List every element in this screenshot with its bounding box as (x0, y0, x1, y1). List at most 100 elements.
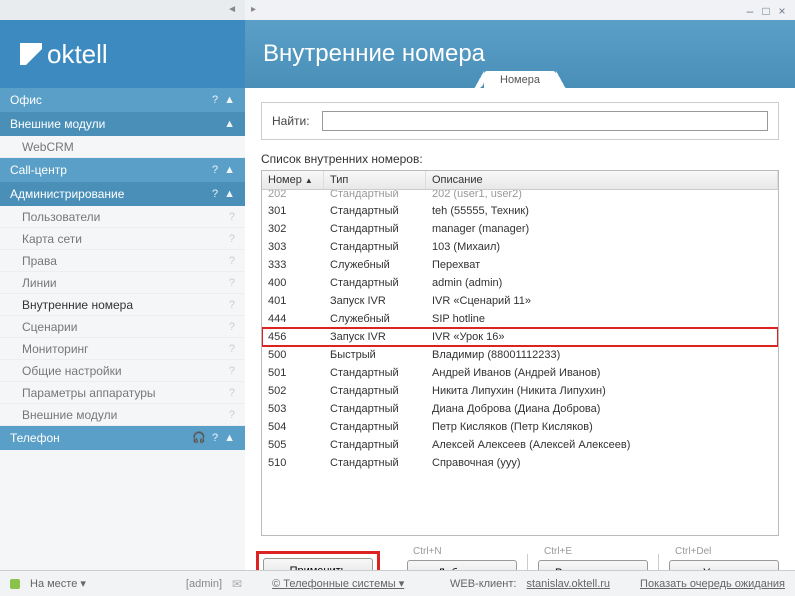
col-desc[interactable]: Описание (426, 171, 778, 189)
table-row[interactable]: 302Стандартныйmanager (manager) (262, 220, 778, 238)
col-type[interactable]: Тип (324, 171, 426, 189)
help-icon: ? (229, 338, 235, 360)
web-client-label: WEB-клиент: (450, 578, 517, 590)
nav-item[interactable]: Сценарии? (0, 316, 245, 338)
cell-desc: admin (admin) (426, 274, 778, 292)
main-panel: ▸ Внутренние номера Номера Найти: Список… (245, 0, 795, 596)
cell-number: 502 (262, 382, 324, 400)
table-row[interactable]: 510СтандартныйСправочная (yyy) (262, 454, 778, 472)
window-close-icon[interactable]: × (777, 6, 787, 16)
window-maximize-icon[interactable]: □ (761, 6, 771, 16)
nav-item[interactable]: Права? (0, 250, 245, 272)
cell-desc: Алексей Алексеев (Алексей Алексеев) (426, 436, 778, 454)
show-queue-link[interactable]: Показать очередь ожидания (640, 578, 785, 590)
section-icon: ▲ (224, 88, 235, 112)
help-icon: ? (229, 272, 235, 294)
presence-selector[interactable]: На месте ▾ (30, 577, 86, 590)
delete-hint: Ctrl+Del (669, 546, 779, 558)
presence-dot-icon (10, 579, 20, 589)
nav-item[interactable]: Мониторинг? (0, 338, 245, 360)
nav-section[interactable]: Внешние модули▲ (0, 112, 245, 136)
cell-desc: IVR «Сценарий 11» (426, 292, 778, 310)
cell-desc: Диана Доброва (Диана Доброва) (426, 400, 778, 418)
navigation: Офис?▲Внешние модули▲WebCRMCall-центр?▲А… (0, 88, 245, 596)
mail-icon[interactable]: ✉ (232, 577, 242, 591)
table-row[interactable]: 400Стандартныйadmin (admin) (262, 274, 778, 292)
table-row[interactable]: 502СтандартныйНикита Липухин (Никита Лип… (262, 382, 778, 400)
cell-type: Стандартный (324, 220, 426, 238)
help-icon: ? (229, 404, 235, 426)
nav-item[interactable]: Внешние модули? (0, 404, 245, 426)
sidebar-collapse-icon[interactable]: ◄ (0, 0, 245, 20)
window-controls: – □ × (745, 6, 787, 16)
cell-type: Стандартный (324, 190, 426, 202)
web-client-link[interactable]: stanislav.oktell.ru (526, 578, 610, 590)
cell-type: Стандартный (324, 400, 426, 418)
table-row[interactable]: 401Запуск IVRIVR «Сценарий 11» (262, 292, 778, 310)
copyright-link[interactable]: © Телефонные системы ▾ (272, 577, 404, 590)
window-minimize-icon[interactable]: – (745, 6, 755, 16)
cell-number: 510 (262, 454, 324, 472)
section-icon: ? (212, 88, 218, 112)
table-row[interactable]: 456Запуск IVRIVR «Урок 16» (262, 328, 778, 346)
table-row[interactable]: 301Стандартныйteh (55555, Техник) (262, 202, 778, 220)
table-row[interactable]: 505СтандартныйАлексей Алексеев (Алексей … (262, 436, 778, 454)
nav-section[interactable]: Администрирование?▲ (0, 182, 245, 206)
cell-desc: 202 (user1, user2) (426, 190, 778, 202)
cell-type: Стандартный (324, 382, 426, 400)
help-icon: ? (229, 228, 235, 250)
cell-number: 503 (262, 400, 324, 418)
nav-section[interactable]: Call-центр?▲ (0, 158, 245, 182)
cell-number: 401 (262, 292, 324, 310)
section-icon: ▲ (224, 426, 235, 450)
search-input[interactable] (322, 111, 768, 131)
nav-item[interactable]: Внутренние номера? (0, 294, 245, 316)
section-icon: ▲ (224, 112, 235, 136)
table-body: 202Стандартный202 (user1, user2)301Станд… (262, 190, 778, 535)
table-row[interactable]: 333СлужебныйПерехват (262, 256, 778, 274)
cell-number: 333 (262, 256, 324, 274)
nav-item[interactable]: Параметры аппаратуры? (0, 382, 245, 404)
logo: oktell (0, 20, 245, 88)
nav-item[interactable]: Линии? (0, 272, 245, 294)
cell-type: Стандартный (324, 274, 426, 292)
table-row[interactable]: 501СтандартныйАндрей Иванов (Андрей Иван… (262, 364, 778, 382)
section-icon: ▲ (224, 158, 235, 182)
search-label: Найти: (272, 114, 310, 128)
cell-number: 303 (262, 238, 324, 256)
nav-item[interactable]: Общие настройки? (0, 360, 245, 382)
list-title: Список внутренних номеров: (261, 152, 779, 166)
search-row: Найти: (261, 102, 779, 140)
table-row[interactable]: 500БыстрыйВладимир (88001112233) (262, 346, 778, 364)
logo-icon (20, 43, 42, 65)
cell-type: Запуск IVR (324, 328, 426, 346)
table-row[interactable]: 444СлужебныйSIP hotline (262, 310, 778, 328)
table-row[interactable]: 202Стандартный202 (user1, user2) (262, 190, 778, 202)
cell-number: 302 (262, 220, 324, 238)
cell-desc: manager (manager) (426, 220, 778, 238)
col-number[interactable]: Номер ▲ (262, 171, 324, 189)
table-row[interactable]: 303Стандартный103 (Михаил) (262, 238, 778, 256)
nav-item[interactable]: WebCRM (0, 136, 245, 158)
help-icon: ? (229, 250, 235, 272)
main-collapse-icon[interactable]: ▸ (245, 0, 795, 20)
cell-desc: Справочная (yyy) (426, 454, 778, 472)
help-icon: ? (229, 360, 235, 382)
nav-item[interactable]: Карта сети? (0, 228, 245, 250)
brand-text: oktell (47, 39, 108, 70)
nav-item[interactable]: Пользователи? (0, 206, 245, 228)
cell-desc: Перехват (426, 256, 778, 274)
cell-type: Служебный (324, 310, 426, 328)
cell-type: Стандартный (324, 238, 426, 256)
help-icon: ? (229, 294, 235, 316)
table-row[interactable]: 504СтандартныйПетр Кисляков (Петр Кисляк… (262, 418, 778, 436)
cell-number: 501 (262, 364, 324, 382)
table-row[interactable]: 503СтандартныйДиана Доброва (Диана Добро… (262, 400, 778, 418)
cell-desc: IVR «Урок 16» (426, 328, 778, 346)
section-icon: ? (212, 158, 218, 182)
tab-numbers[interactable]: Номера (484, 71, 556, 89)
cell-type: Служебный (324, 256, 426, 274)
nav-section[interactable]: Офис?▲ (0, 88, 245, 112)
sidebar: ◄ oktell Офис?▲Внешние модули▲WebCRMCall… (0, 0, 245, 596)
nav-section[interactable]: Телефон🎧?▲ (0, 426, 245, 450)
